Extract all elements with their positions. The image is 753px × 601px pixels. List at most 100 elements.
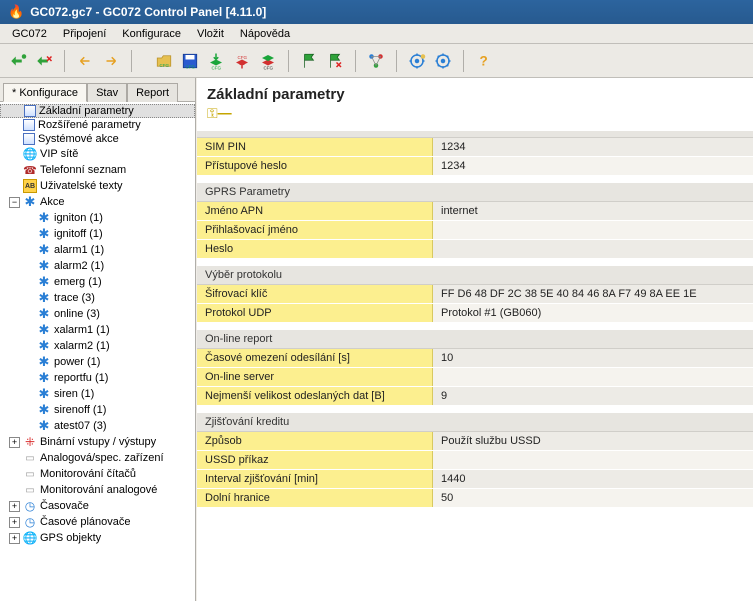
value-min-data-size[interactable]: 9 [433, 387, 753, 405]
row-gprs-pass[interactable]: Heslo [197, 240, 753, 259]
expand-icon[interactable]: + [9, 517, 20, 528]
tb-settings-gear-icon[interactable] [405, 50, 429, 72]
value-send-timeout[interactable]: 10 [433, 349, 753, 367]
section-credit: Zjišťování kreditu Způsob Použít službu … [197, 412, 753, 508]
menu-help[interactable]: Nápověda [234, 26, 296, 42]
tb-network-icon[interactable] [364, 50, 388, 72]
tree-user-texts[interactable]: ABUživatelské texty [0, 178, 195, 194]
menu-insert[interactable]: Vložit [191, 26, 230, 42]
row-send-timeout[interactable]: Časové omezení odesílání [s] 10 [197, 349, 753, 368]
tb-separator [64, 50, 65, 72]
value-cipher-key[interactable]: FF D6 48 DF 2C 38 5E 40 84 46 8A F7 49 8… [433, 285, 753, 303]
menu-configuration[interactable]: Konfigurace [116, 26, 187, 42]
tb-connect-icon[interactable] [6, 50, 30, 72]
tb-download-cfg-icon[interactable]: CFG [204, 50, 228, 72]
tb-disconnect-icon[interactable] [32, 50, 56, 72]
tree-actions[interactable]: −✱Akce [0, 194, 195, 210]
tree-schedulers[interactable]: +◷Časové plánovače [0, 514, 195, 530]
svg-text:?: ? [480, 53, 488, 68]
tb-gear-icon[interactable] [431, 50, 455, 72]
section-online-report: On-line report Časové omezení odesílání … [197, 329, 753, 406]
tree-action-emerg[interactable]: ✱emerg (1) [0, 274, 195, 290]
row-credit-interval[interactable]: Interval zjišťování [min] 1440 [197, 470, 753, 489]
tree-phonebook[interactable]: ☎Telefonní seznam [0, 162, 195, 178]
tree-action-siren[interactable]: ✱siren (1) [0, 386, 195, 402]
row-udp-protocol[interactable]: Protokol UDP Protokol #1 (GB060) [197, 304, 753, 323]
tab-report[interactable]: Report [127, 83, 178, 102]
tree-action-xalarm1[interactable]: ✱xalarm1 (1) [0, 322, 195, 338]
tree-action-reportfu[interactable]: ✱reportfu (1) [0, 370, 195, 386]
tb-flag-icon[interactable] [297, 50, 321, 72]
tb-sync-cfg-icon[interactable]: CFG [256, 50, 280, 72]
tree-basic-params[interactable]: Základní parametry [0, 104, 195, 118]
tree-monitor-counters[interactable]: ▭Monitorování čítačů [0, 466, 195, 482]
value-apn[interactable]: internet [433, 202, 753, 220]
row-ussd-cmd[interactable]: USSD příkaz [197, 451, 753, 470]
tree-action-igniton[interactable]: ✱igniton (1) [0, 210, 195, 226]
tree-action-atest07[interactable]: ✱atest07 (3) [0, 418, 195, 434]
tb-open-cfg-icon[interactable]: CFG [152, 50, 176, 72]
tree-action-xalarm2[interactable]: ✱xalarm2 (1) [0, 338, 195, 354]
tree-action-ignitoff[interactable]: ✱ignitoff (1) [0, 226, 195, 242]
tree-action-trace[interactable]: ✱trace (3) [0, 290, 195, 306]
row-credit-low[interactable]: Dolní hranice 50 [197, 489, 753, 508]
expand-icon[interactable]: + [9, 501, 20, 512]
tb-prev-icon[interactable] [73, 50, 97, 72]
tree-action-online[interactable]: ✱online (3) [0, 306, 195, 322]
row-apn[interactable]: Jméno APN internet [197, 202, 753, 221]
row-credit-method[interactable]: Způsob Použít službu USSD [197, 432, 753, 451]
clock-icon: ◷ [23, 515, 37, 529]
row-sim-pin[interactable]: SIM PIN 1234 [197, 138, 753, 157]
expand-icon[interactable]: + [9, 437, 20, 448]
row-online-server[interactable]: On-line server [197, 368, 753, 387]
svg-text:CFG: CFG [264, 65, 274, 70]
value-online-server[interactable] [433, 368, 753, 386]
label-gprs-user: Přihlašovací jméno [197, 221, 433, 239]
tb-separator [396, 50, 397, 72]
gear-icon: ✱ [37, 403, 51, 417]
tree-action-alarm1[interactable]: ✱alarm1 (1) [0, 242, 195, 258]
row-password[interactable]: Přístupové heslo 1234 [197, 157, 753, 176]
tree-timers[interactable]: +◷Časovače [0, 498, 195, 514]
page-icon [23, 133, 35, 145]
row-gprs-user[interactable]: Přihlašovací jméno [197, 221, 753, 240]
value-credit-interval[interactable]: 1440 [433, 470, 753, 488]
section-gprs: GPRS Parametry Jméno APN internet Přihla… [197, 182, 753, 259]
tb-save-cfg-icon[interactable]: CFG [178, 50, 202, 72]
tb-delete-flag-icon[interactable] [323, 50, 347, 72]
value-gprs-pass[interactable] [433, 240, 753, 258]
tree-binary-io[interactable]: +⁜Binární vstupy / výstupy [0, 434, 195, 450]
tb-next-icon[interactable] [99, 50, 123, 72]
config-tree[interactable]: Základní parametry Rozšířené parametry S… [0, 102, 195, 601]
tb-separator [355, 50, 356, 72]
tab-configuration[interactable]: * Konfigurace [3, 83, 87, 102]
toolbar: CFG CFG CFG CFG CFG ? [0, 44, 753, 78]
tab-status[interactable]: Stav [87, 83, 127, 102]
value-udp-protocol[interactable]: Protokol #1 (GB060) [433, 304, 753, 322]
tree-monitor-analog[interactable]: ▭Monitorování analogové [0, 482, 195, 498]
tree-action-sirenoff[interactable]: ✱sirenoff (1) [0, 402, 195, 418]
tree-gps-objects[interactable]: +🌐GPS objekty [0, 530, 195, 546]
tb-upload-cfg-icon[interactable]: CFG [230, 50, 254, 72]
tree-system-actions[interactable]: Systémové akce [0, 132, 195, 146]
value-password[interactable]: 1234 [433, 157, 753, 175]
svg-text:CFG: CFG [160, 63, 170, 68]
value-gprs-user[interactable] [433, 221, 753, 239]
tree-analog[interactable]: ▭Analogová/spec. zařízení [0, 450, 195, 466]
tb-separator [463, 50, 464, 72]
value-sim-pin[interactable]: 1234 [433, 138, 753, 156]
tree-vip-networks[interactable]: 🌐VIP sítě [0, 146, 195, 162]
value-credit-method[interactable]: Použít službu USSD [433, 432, 753, 450]
expand-icon[interactable]: + [9, 533, 20, 544]
tree-action-alarm2[interactable]: ✱alarm2 (1) [0, 258, 195, 274]
value-ussd-cmd[interactable] [433, 451, 753, 469]
row-min-data-size[interactable]: Nejmenší velikost odeslaných dat [B] 9 [197, 387, 753, 406]
row-cipher-key[interactable]: Šifrovací klíč FF D6 48 DF 2C 38 5E 40 8… [197, 285, 753, 304]
tb-help-icon[interactable]: ? [472, 50, 496, 72]
menu-gc072[interactable]: GC072 [6, 26, 53, 42]
tree-action-power[interactable]: ✱power (1) [0, 354, 195, 370]
collapse-icon[interactable]: − [9, 197, 20, 208]
value-credit-low[interactable]: 50 [433, 489, 753, 507]
menu-connection[interactable]: Připojení [57, 26, 112, 42]
tree-ext-params[interactable]: Rozšířené parametry [0, 118, 195, 132]
